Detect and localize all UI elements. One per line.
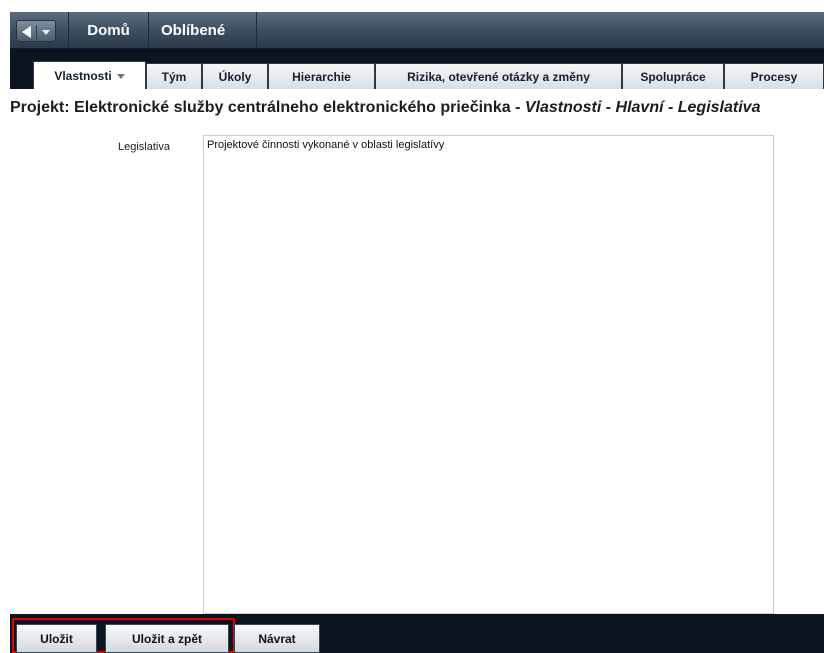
page-title: Projekt: Elektronické služby centrálneho… [10,99,824,117]
tab-label: Hierarchie [292,70,351,84]
home-button[interactable]: Domů [68,12,149,49]
favorites-button[interactable]: Oblíbené [149,12,257,49]
content-panel: Projekt: Elektronické služby centrálneho… [10,89,824,614]
tab-procesy[interactable]: Procesy [724,63,824,89]
history-dropdown-icon[interactable] [42,30,50,35]
tab-hierarchie[interactable]: Hierarchie [268,63,375,89]
tab-tym[interactable]: Tým [146,63,202,89]
tab-ukoly[interactable]: Úkoly [202,63,268,89]
tab-dropdown-icon[interactable] [116,74,125,80]
save-and-back-button[interactable]: Uložit a zpět [105,624,229,653]
save-button[interactable]: Uložit [16,624,97,653]
app-frame: Domů Oblíbené Vlastnosti Tým Úkoly Hiera… [10,12,824,653]
tab-vlastnosti[interactable]: Vlastnosti [33,61,146,89]
back-button-separator [36,25,37,39]
legislativa-field[interactable]: Projektové činnosti vykonané v oblasti l… [203,135,774,614]
page-title-context: Vlastnosti - Hlavní - Legislativa [524,99,761,116]
tab-label: Rizika, otevřené otázky a změny [407,70,590,84]
tab-spoluprace[interactable]: Spolupráce [622,63,724,89]
tab-rizika[interactable]: Rizika, otevřené otázky a změny [375,63,622,89]
legislativa-label: Legislativa [118,141,170,153]
tab-label: Vlastnosti [54,69,112,83]
tab-label: Spolupráce [640,70,706,84]
back-button[interactable] [16,20,56,42]
page-title-prefix: Projekt: Elektronické služby centrálneho… [10,99,525,116]
tab-strip: Vlastnosti Tým Úkoly Hierarchie Rizika, … [10,49,824,89]
top-strip [0,0,824,12]
bottom-toolbar: Uložit Uložit a zpět Návrat [10,614,824,653]
return-button[interactable]: Návrat [234,624,320,653]
tab-label: Procesy [750,70,798,84]
tab-label: Tým [161,70,187,84]
top-navbar: Domů Oblíbené [10,12,824,49]
back-arrow-icon [22,26,31,38]
tab-label: Úkoly [218,70,252,84]
